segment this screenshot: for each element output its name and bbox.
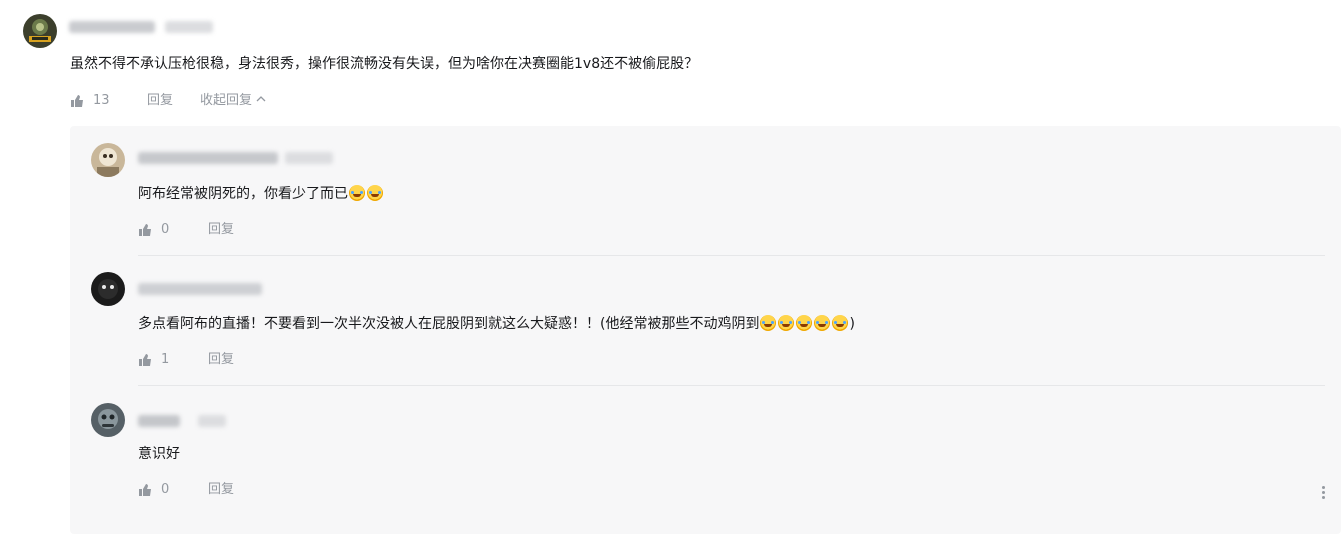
user-badge-blurred — [165, 21, 213, 33]
avatar-image — [91, 403, 125, 437]
laugh-cry-emoji-icon — [349, 185, 365, 201]
reply-text-content: 多点看阿布的直播！不要看到一次半次没被人在屁股阴到就这么大疑惑！！(他经常被那些… — [138, 316, 760, 332]
reply-username-blurred[interactable] — [138, 415, 180, 427]
laugh-cry-emoji-icon — [796, 315, 813, 331]
reply-button[interactable]: 回复 — [208, 481, 234, 499]
reply-avatar[interactable] — [91, 403, 125, 437]
collapse-replies-button[interactable]: 收起回复 — [200, 92, 266, 110]
like-button[interactable]: 13 — [70, 92, 110, 110]
laugh-cry-emoji-icon — [367, 185, 383, 201]
reply-button[interactable]: 回复 — [208, 221, 234, 239]
collapse-label: 收起回复 — [200, 93, 253, 108]
reply-text: 多点看阿布的直播！不要看到一次半次没被人在屁股阴到就这么大疑惑！！(他经常被那些… — [138, 314, 855, 334]
laugh-cry-emoji-icon — [760, 315, 777, 331]
laugh-cry-emoji-icon — [814, 315, 831, 331]
avatar-image — [23, 14, 57, 48]
laugh-cry-emoji-icon — [832, 315, 849, 331]
reply-text: 意识好 — [138, 446, 180, 462]
like-button[interactable]: 0 — [138, 221, 169, 239]
like-count: 1 — [161, 352, 170, 367]
thumbs-up-icon — [138, 223, 152, 237]
like-button[interactable]: 1 — [138, 351, 169, 369]
username-blurred[interactable] — [69, 21, 155, 33]
like-count: 13 — [93, 93, 110, 108]
reply-text-content: 阿布经常被阴死的，你看少了而已 — [138, 186, 348, 202]
chevron-up-icon — [256, 92, 266, 110]
thumbs-up-icon — [138, 353, 152, 367]
thumbs-up-icon — [138, 483, 152, 497]
thumbs-up-icon — [70, 94, 84, 108]
reply-button[interactable]: 回复 — [208, 351, 234, 369]
reply-avatar[interactable] — [91, 272, 125, 306]
reply-text: 阿布经常被阴死的，你看少了而已 — [138, 184, 384, 204]
laugh-cry-emoji-icon — [778, 315, 795, 331]
avatar[interactable] — [23, 14, 57, 48]
reply-badge-blurred — [198, 415, 226, 427]
reply-button[interactable]: 回复 — [147, 92, 173, 110]
reply-badge-blurred — [285, 152, 333, 164]
more-vertical-icon[interactable] — [1322, 486, 1325, 501]
like-count: 0 — [161, 482, 170, 497]
reply-text-suffix: ) — [849, 316, 855, 332]
avatar-image — [91, 272, 125, 306]
comment-text: 虽然不得不承认压枪很稳，身法很秀，操作很流畅没有失误，但为啥你在决赛圈能1v8还… — [70, 56, 699, 72]
reply-username-blurred[interactable] — [138, 283, 262, 295]
like-button[interactable]: 0 — [138, 481, 169, 499]
like-count: 0 — [161, 222, 170, 237]
divider — [138, 255, 1325, 256]
reply-avatar[interactable] — [91, 143, 125, 177]
avatar-image — [91, 143, 125, 177]
divider — [138, 385, 1325, 386]
reply-username-blurred[interactable] — [138, 152, 278, 164]
